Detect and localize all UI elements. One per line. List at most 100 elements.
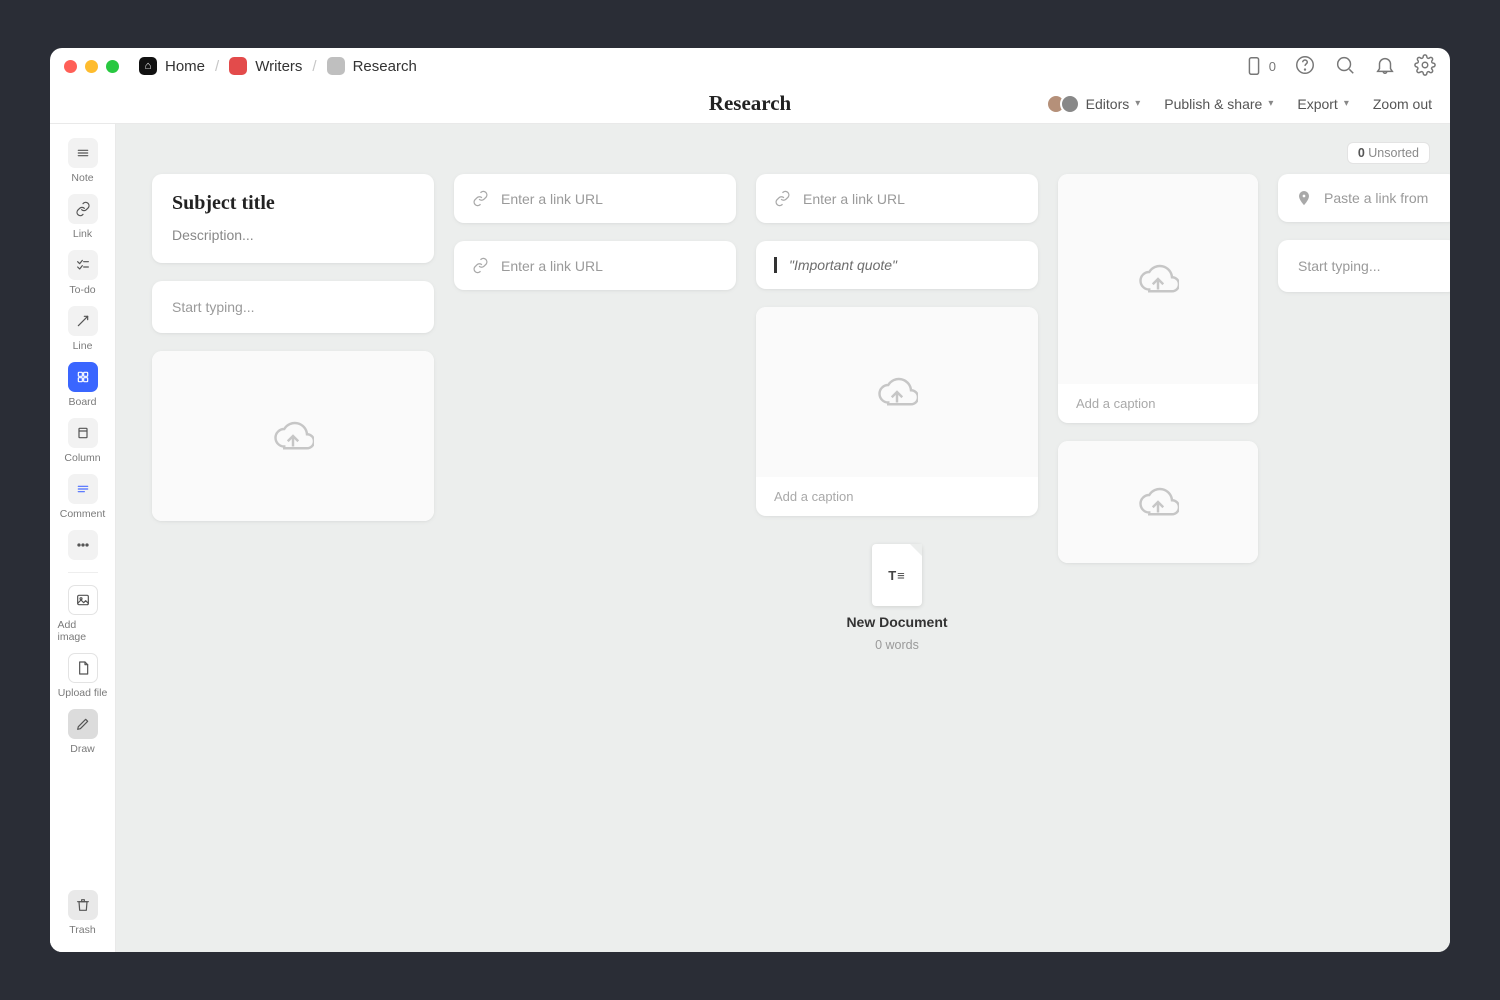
zoom-out-button[interactable]: Zoom out [1373, 96, 1432, 112]
body: Note Link To-do Line Board Column [50, 124, 1450, 952]
cards-badge[interactable]: 0 [1243, 55, 1276, 77]
breadcrumb-label: Research [353, 58, 417, 75]
unsorted-pill[interactable]: 0 Unsorted [1347, 142, 1430, 164]
tool-draw[interactable]: Draw [58, 709, 108, 755]
sidebar: Note Link To-do Line Board Column [50, 124, 116, 952]
cloud-upload-icon [1137, 258, 1179, 300]
pin-icon [1296, 190, 1312, 206]
caption-input[interactable]: Add a caption [756, 477, 1038, 516]
editors-label: Editors [1086, 96, 1130, 112]
cloud-upload-icon [1137, 481, 1179, 523]
link-icon [472, 257, 489, 274]
tool-add-image[interactable]: Add image [58, 585, 108, 643]
notifications-button[interactable] [1374, 54, 1396, 79]
note-placeholder[interactable]: Start typing... [172, 299, 414, 315]
image-card[interactable]: Add a caption [756, 307, 1038, 516]
editors-menu[interactable]: Editors ▾ [1046, 94, 1141, 114]
help-icon [1294, 54, 1316, 76]
tool-comment[interactable]: Comment [58, 474, 108, 520]
tool-upload-file[interactable]: Upload file [58, 653, 108, 699]
publish-label: Publish & share [1164, 96, 1262, 112]
tool-label: To-do [69, 284, 95, 296]
tool-note[interactable]: Note [58, 138, 108, 184]
canvas-column: Enter a link URL "Important quote" Add a… [756, 174, 1038, 652]
tool-board[interactable]: Board [58, 362, 108, 408]
link-icon [774, 190, 791, 207]
canvas[interactable]: 0 Unsorted Subject title Description... … [116, 124, 1450, 952]
image-card[interactable]: Add a caption [1058, 174, 1258, 423]
link-card[interactable]: Enter a link URL [756, 174, 1038, 223]
caption-input[interactable]: Add a caption [1058, 384, 1258, 423]
tool-line[interactable]: Line [58, 306, 108, 352]
tool-more[interactable] [58, 530, 108, 560]
settings-button[interactable] [1414, 54, 1436, 79]
search-button[interactable] [1334, 54, 1356, 79]
image-card[interactable] [1058, 441, 1258, 563]
subject-card[interactable]: Subject title Description... [152, 174, 434, 263]
header-actions: Editors ▾ Publish & share ▾ Export ▾ Zoo… [1046, 94, 1432, 114]
link-card[interactable]: Enter a link URL [454, 174, 736, 223]
subject-title[interactable]: Subject title [172, 192, 414, 215]
document-icon: T≡ [872, 544, 922, 606]
help-button[interactable] [1294, 54, 1316, 79]
tool-todo[interactable]: To-do [58, 250, 108, 296]
tool-trash[interactable]: Trash [58, 890, 108, 936]
window-minimize[interactable] [85, 60, 98, 73]
quote-card[interactable]: "Important quote" [756, 241, 1038, 289]
tool-label: Link [73, 228, 92, 240]
breadcrumb: ⌂ Home / Writers / Research [139, 57, 417, 75]
link-icon [472, 190, 489, 207]
home-icon: ⌂ [139, 57, 157, 75]
bell-icon [1374, 54, 1396, 76]
zoom-label: Zoom out [1373, 96, 1432, 112]
unsorted-label: Unsorted [1368, 146, 1419, 160]
link-placeholder[interactable]: Enter a link URL [501, 258, 603, 274]
image-dropzone[interactable] [1058, 441, 1258, 563]
unsorted-count: 0 [1358, 146, 1365, 160]
window-zoom[interactable] [106, 60, 119, 73]
link-placeholder[interactable]: Enter a link URL [803, 191, 905, 207]
tool-label: Column [64, 452, 100, 464]
cloud-upload-icon [272, 415, 314, 457]
image-dropzone[interactable] [756, 307, 1038, 477]
window-close[interactable] [64, 60, 77, 73]
tool-column[interactable]: Column [58, 418, 108, 464]
subject-description[interactable]: Description... [172, 227, 414, 243]
note-card[interactable]: Start typing... [152, 281, 434, 333]
link-placeholder[interactable]: Enter a link URL [501, 191, 603, 207]
image-dropzone[interactable] [152, 351, 434, 521]
pin-placeholder[interactable]: Paste a link from [1324, 190, 1428, 206]
card-icon [1243, 55, 1265, 77]
document-block[interactable]: T≡ New Document 0 words [756, 534, 1038, 652]
quote-placeholder[interactable]: "Important quote" [774, 257, 1020, 273]
note-placeholder[interactable]: Start typing... [1298, 258, 1438, 274]
tool-label: Note [71, 172, 93, 184]
publish-menu[interactable]: Publish & share ▾ [1164, 96, 1273, 112]
more-icon [68, 530, 98, 560]
breadcrumb-home[interactable]: ⌂ Home [139, 57, 205, 75]
map-link-card[interactable]: Paste a link from [1278, 174, 1450, 222]
gear-icon [1414, 54, 1436, 76]
cloud-upload-icon [876, 371, 918, 413]
page-title: Research [709, 91, 791, 116]
breadcrumb-label: Writers [255, 58, 302, 75]
breadcrumb-research[interactable]: Research [327, 57, 417, 75]
tool-link[interactable]: Link [58, 194, 108, 240]
avatar-stack [1046, 94, 1080, 114]
breadcrumb-writers[interactable]: Writers [229, 57, 302, 75]
chevron-down-icon: ▾ [1268, 98, 1273, 109]
text-glyph-icon: T≡ [888, 568, 906, 583]
breadcrumb-separator: / [312, 58, 316, 75]
image-card[interactable] [152, 351, 434, 521]
titlebar: ⌂ Home / Writers / Research 0 [50, 48, 1450, 84]
breadcrumb-label: Home [165, 58, 205, 75]
image-dropzone[interactable] [1058, 174, 1258, 384]
tool-label: Comment [60, 508, 106, 520]
export-label: Export [1297, 96, 1337, 112]
export-menu[interactable]: Export ▾ [1297, 96, 1349, 112]
link-card[interactable]: Enter a link URL [454, 241, 736, 290]
header-row: Research Editors ▾ Publish & share ▾ Exp… [50, 84, 1450, 124]
note-card[interactable]: Start typing... [1278, 240, 1450, 292]
board-icon [327, 57, 345, 75]
traffic-lights [64, 60, 119, 73]
